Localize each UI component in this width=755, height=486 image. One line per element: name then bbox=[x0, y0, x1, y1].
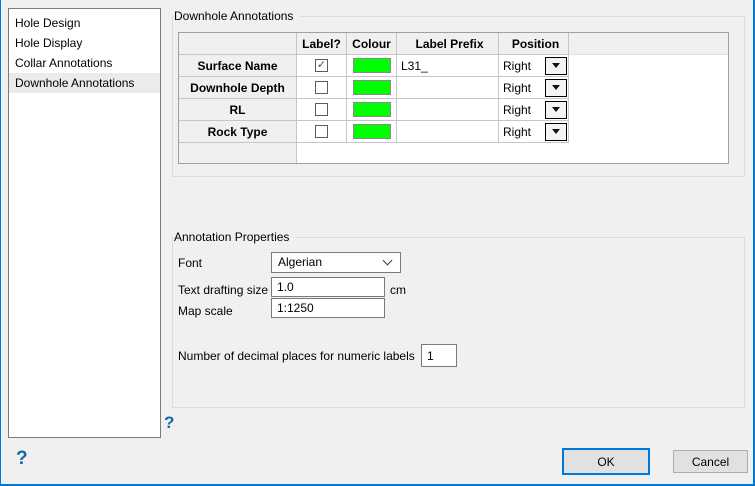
text-size-input[interactable] bbox=[271, 277, 385, 297]
annotation-properties-group: Annotation Properties bbox=[172, 229, 745, 408]
chevron-down-icon bbox=[382, 255, 393, 266]
decimals-input[interactable] bbox=[421, 344, 457, 367]
row-header: RL bbox=[179, 99, 297, 121]
colour-swatch[interactable] bbox=[352, 80, 391, 95]
label-checkbox-cell[interactable] bbox=[297, 121, 347, 143]
position-value: Right bbox=[503, 58, 532, 73]
category-list[interactable]: Hole Design Hole Display Collar Annotation… bbox=[8, 8, 161, 438]
sidebar-item[interactable]: Hole Design bbox=[9, 13, 160, 33]
checkbox-unchecked[interactable] bbox=[315, 103, 328, 116]
column-header bbox=[179, 33, 297, 55]
checkbox-checked[interactable]: ✓ bbox=[315, 59, 328, 72]
map-scale-input[interactable] bbox=[271, 298, 385, 318]
empty-row-header bbox=[179, 143, 297, 163]
position-value: Right bbox=[503, 124, 532, 139]
colour-cell[interactable] bbox=[347, 99, 397, 121]
position-dropdown-button[interactable] bbox=[545, 122, 567, 141]
position-value: Right bbox=[503, 102, 532, 117]
dropdown-arrow-icon bbox=[552, 85, 560, 90]
dialog-window: Hole Design Hole Display Collar Annotation… bbox=[0, 0, 755, 486]
map-scale-label: Map scale bbox=[178, 304, 233, 318]
checkbox-unchecked[interactable] bbox=[315, 125, 328, 138]
table-empty-row bbox=[179, 143, 728, 163]
properties-group-title: Annotation Properties bbox=[174, 229, 296, 245]
position-dropdown-button[interactable] bbox=[545, 78, 567, 97]
font-label: Font bbox=[178, 256, 203, 270]
dropdown-arrow-icon bbox=[552, 107, 560, 112]
text-size-label: Text drafting size bbox=[178, 283, 269, 297]
sidebar-item[interactable]: Hole Display bbox=[9, 33, 160, 53]
header-filler bbox=[569, 33, 728, 55]
position-cell[interactable]: Right bbox=[499, 55, 569, 77]
position-cell[interactable]: Right bbox=[499, 99, 569, 121]
colour-cell[interactable] bbox=[347, 55, 397, 77]
colour-cell[interactable] bbox=[347, 121, 397, 143]
row-filler bbox=[569, 55, 728, 77]
colour-swatch[interactable] bbox=[352, 102, 391, 117]
row-filler bbox=[569, 121, 728, 143]
font-combobox-value: Algerian bbox=[278, 255, 323, 269]
position-dropdown-button[interactable] bbox=[545, 56, 567, 75]
label-checkbox-cell[interactable]: ✓ bbox=[297, 55, 347, 77]
label-prefix-cell[interactable] bbox=[397, 121, 499, 143]
text-size-unit: cm bbox=[390, 283, 406, 297]
table-row: RL Right bbox=[179, 99, 728, 121]
table-row: Rock Type Right bbox=[179, 121, 728, 143]
row-filler bbox=[569, 99, 728, 121]
checkbox-unchecked[interactable] bbox=[315, 81, 328, 94]
row-header: Downhole Depth bbox=[179, 77, 297, 99]
sidebar-item[interactable]: Collar Annotations bbox=[9, 53, 160, 73]
downhole-group-title: Downhole Annotations bbox=[174, 8, 300, 24]
position-dropdown-button[interactable] bbox=[545, 100, 567, 119]
column-header: Label Prefix bbox=[397, 33, 499, 55]
row-header: Surface Name bbox=[179, 55, 297, 77]
label-prefix-cell[interactable] bbox=[397, 99, 499, 121]
colour-cell[interactable] bbox=[347, 77, 397, 99]
position-cell[interactable]: Right bbox=[499, 77, 569, 99]
ok-button[interactable]: OK bbox=[562, 448, 650, 475]
help-icon[interactable]: ? bbox=[164, 414, 174, 431]
colour-swatch[interactable] bbox=[352, 58, 391, 73]
sidebar-item[interactable]: Downhole Annotations bbox=[9, 73, 160, 93]
row-filler bbox=[297, 143, 728, 163]
decimals-label: Number of decimal places for numeric lab… bbox=[178, 349, 415, 363]
column-header: Label? bbox=[297, 33, 347, 55]
font-combobox[interactable]: Algerian bbox=[271, 252, 401, 273]
annotation-table: Label? Colour Label Prefix Position Surface … bbox=[178, 32, 729, 164]
table-row: Downhole Depth Right bbox=[179, 77, 728, 99]
row-filler bbox=[569, 77, 728, 99]
dropdown-arrow-icon bbox=[552, 129, 560, 134]
label-prefix-cell[interactable] bbox=[397, 77, 499, 99]
cancel-button[interactable]: Cancel bbox=[673, 450, 748, 473]
column-header: Position bbox=[499, 33, 569, 55]
table-header-row: Label? Colour Label Prefix Position bbox=[179, 33, 728, 55]
dropdown-arrow-icon bbox=[552, 63, 560, 68]
position-cell[interactable]: Right bbox=[499, 121, 569, 143]
position-value: Right bbox=[503, 80, 532, 95]
table-row: Surface Name ✓ L31_ Right bbox=[179, 55, 728, 77]
help-icon[interactable]: ? bbox=[16, 449, 28, 468]
column-header: Colour bbox=[347, 33, 397, 55]
label-checkbox-cell[interactable] bbox=[297, 77, 347, 99]
label-prefix-cell[interactable]: L31_ bbox=[397, 55, 499, 77]
row-header: Rock Type bbox=[179, 121, 297, 143]
colour-swatch[interactable] bbox=[352, 124, 391, 139]
label-checkbox-cell[interactable] bbox=[297, 99, 347, 121]
